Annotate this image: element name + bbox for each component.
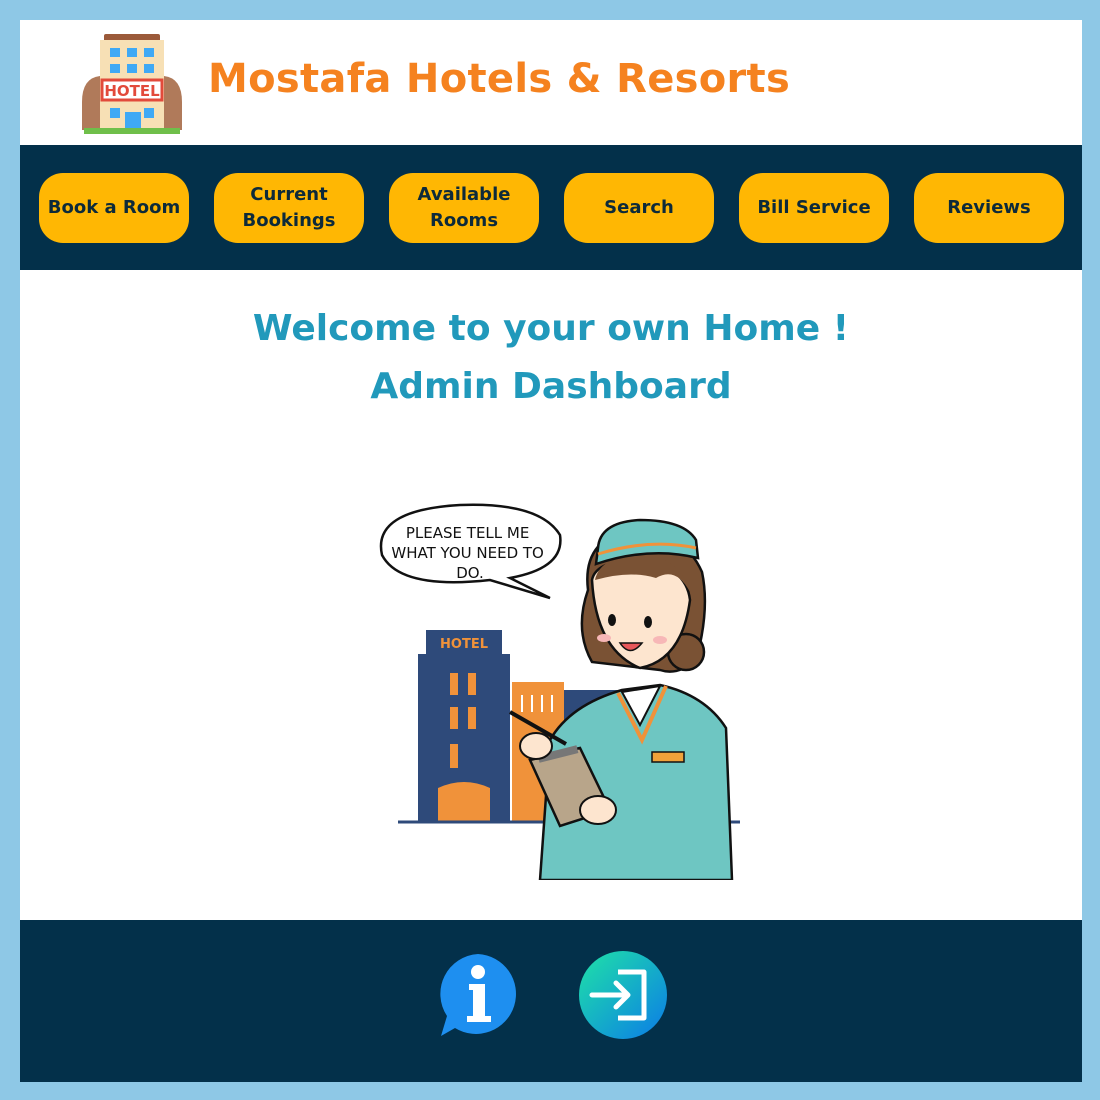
footer — [20, 920, 1082, 1082]
speech-line-3: DO. — [456, 564, 484, 582]
dashboard-title: Admin Dashboard — [370, 366, 732, 407]
reviews-button[interactable]: Reviews — [914, 173, 1064, 243]
building-sign-text: HOTEL — [440, 637, 488, 652]
current-bookings-button[interactable]: Current Bookings — [214, 173, 364, 243]
info-icon[interactable] — [433, 950, 523, 1040]
speech-line-2: WHAT YOU NEED TO — [391, 544, 544, 562]
logout-icon[interactable] — [578, 950, 668, 1040]
welcome-heading: Welcome to your own Home ! Admin Dashboa… — [20, 300, 1082, 416]
available-rooms-button[interactable]: Available Rooms — [389, 173, 539, 243]
hotel-logo-icon: HOTEL — [82, 34, 182, 134]
logo-sign-text: HOTEL — [104, 82, 160, 100]
receptionist-illustration: PLEASE TELL ME WHAT YOU NEED TO DO. HOTE… — [379, 503, 740, 880]
welcome-text: Welcome to your own Home ! — [252, 308, 850, 349]
main-nav: Book a Room Current Bookings Available R… — [20, 145, 1082, 270]
app-window: HOTEL Mostafa Hotels & Resorts Book a Ro… — [20, 20, 1082, 1082]
header: HOTEL Mostafa Hotels & Resorts — [20, 20, 1082, 145]
bill-service-button[interactable]: Bill Service — [739, 173, 889, 243]
speech-line-1: PLEASE TELL ME — [406, 524, 529, 542]
brand-name: Mostafa Hotels & Resorts — [208, 56, 791, 102]
book-room-button[interactable]: Book a Room — [39, 173, 189, 243]
search-button[interactable]: Search — [564, 173, 714, 243]
